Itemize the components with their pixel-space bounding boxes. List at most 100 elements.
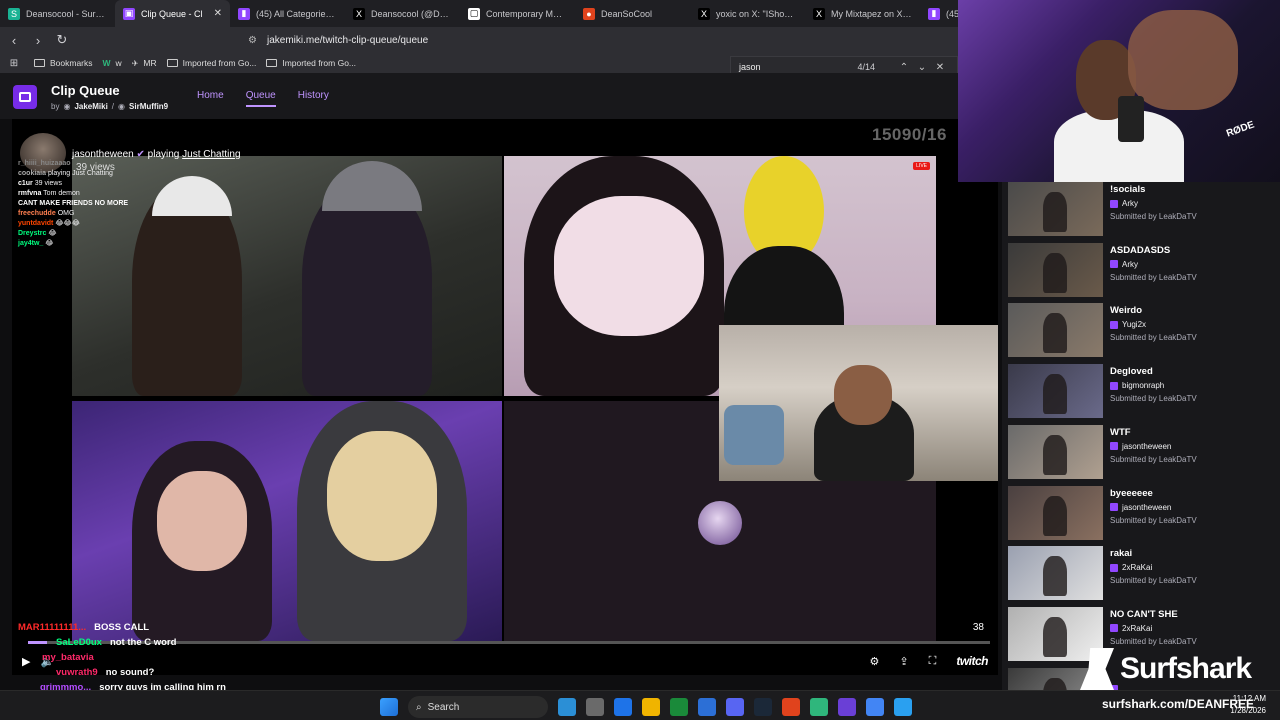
taskbar-app-icon[interactable] xyxy=(558,698,576,716)
tab-close-icon[interactable]: ✕ xyxy=(214,8,222,19)
browser-tab[interactable]: S Deansocool - Surfshark xyxy=(0,0,115,27)
tab-title: Deansocool - Surfshark xyxy=(26,8,107,19)
taskbar-search[interactable]: ⌕ Search xyxy=(408,696,548,718)
clip-queue-list: !socials Arky Submitted by LeakDaTV ASDA… xyxy=(1002,182,1280,690)
twitch-watermark[interactable]: twitch xyxy=(956,654,988,668)
find-prev-icon[interactable]: ⌃ xyxy=(895,62,913,73)
app-title: Clip Queue xyxy=(51,83,120,98)
overlay-chat-line: cookiaia playing Just Chatting xyxy=(18,169,128,179)
queue-clip-title: !socials xyxy=(1110,184,1146,195)
folder-icon xyxy=(166,59,178,67)
find-input[interactable]: jason xyxy=(739,62,761,72)
tab-favicon-icon: ▢ xyxy=(468,7,480,20)
windows-start-icon[interactable] xyxy=(380,698,398,716)
queue-clip-title: Weirdo xyxy=(1110,305,1143,317)
taskbar-app-icon[interactable] xyxy=(810,698,828,716)
queue-submitted-by: Submitted by LeakDaTV xyxy=(1110,212,1197,221)
tab-favicon-icon: ▣ xyxy=(123,7,135,20)
share-icon[interactable]: ⇪ xyxy=(899,655,908,668)
clip-player[interactable]: LIVE 15090/16 jasontheween ✔ playing Jus… xyxy=(12,119,998,675)
taskbar-app-icon[interactable] xyxy=(726,698,744,716)
bookmark-imported-1[interactable]: Imported from Go... xyxy=(166,58,256,68)
site-info-icon[interactable]: ⚙ xyxy=(248,35,257,46)
browser-tab[interactable]: X Deansocool (@Deanso xyxy=(345,0,460,27)
overlay-chat-line: CANT MAKE FRIENDS NO MORE xyxy=(18,199,128,209)
chat-username: freechudde xyxy=(18,210,56,217)
taskbar-app-icon[interactable] xyxy=(894,698,912,716)
find-count: 4/14 xyxy=(857,62,875,72)
taskbar-app-icon[interactable] xyxy=(754,698,772,716)
bookmark-imported-2[interactable]: Imported from Go... xyxy=(266,58,356,68)
browser-tab[interactable]: Xyoxic on X: "IShowSpe xyxy=(690,0,805,27)
taskbar-app-icon[interactable] xyxy=(614,698,632,716)
nav-queue[interactable]: Queue xyxy=(245,90,276,107)
clip-queue-logo-icon[interactable] xyxy=(13,85,37,109)
browser-tab[interactable]: ▢ Contemporary Mensw xyxy=(460,0,575,27)
author-link-jakemiki[interactable]: JakeMiki xyxy=(74,102,107,111)
find-close-icon[interactable]: ✕ xyxy=(931,62,949,73)
tab-title: My Mixtapez on X: "Be xyxy=(831,8,912,19)
forward-icon[interactable]: › xyxy=(28,30,48,50)
author-link-sirmuffin9[interactable]: SirMuffin9 xyxy=(129,102,168,111)
reload-icon[interactable]: ↻ xyxy=(52,30,72,50)
browser-tab[interactable]: ▮ (45) All Categories - Tw xyxy=(230,0,345,27)
queue-item[interactable]: WTF jasontheween Submitted by LeakDaTV xyxy=(1008,424,1278,482)
queue-item[interactable]: rakai 2xRaKai Submitted by LeakDaTV xyxy=(1008,546,1278,603)
chat-message: 39 views xyxy=(34,180,62,187)
video-panel-bottom-left xyxy=(72,401,502,641)
queue-clip-title: WTF xyxy=(1110,426,1131,438)
chat-message: not the C word xyxy=(109,637,177,648)
overlay-chat-line: my_batavia xyxy=(0,650,300,665)
taskbar-app-icon[interactable] xyxy=(698,698,716,716)
back-icon[interactable]: ‹ xyxy=(4,30,24,50)
fullscreen-icon[interactable]: ⛶ xyxy=(929,655,937,668)
queue-item[interactable]: Weirdo Yugi2x Submitted by LeakDaTV xyxy=(1008,303,1278,360)
chat-username: rmfvna xyxy=(18,190,42,197)
twitch-icon xyxy=(1110,320,1118,329)
taskbar-app-icon[interactable] xyxy=(782,698,800,716)
mic-brand-label: RØDE xyxy=(1224,119,1256,140)
tab-title: DeanSoCool xyxy=(601,8,653,19)
queue-clip-channel: jasontheween xyxy=(1110,442,1171,451)
bookmark-bookmarks[interactable]: Bookmarks xyxy=(34,58,93,68)
chat-message: 😂 xyxy=(48,230,57,237)
browser-tab[interactable]: X My Mixtapez on X: "Be xyxy=(805,0,920,27)
chat-message: BOSS CALL xyxy=(94,622,150,633)
tab-favicon-icon: X xyxy=(353,7,365,20)
taskbar-app-icon[interactable] xyxy=(670,698,688,716)
url-field[interactable]: ⚙ jakemiki.me/twitch-clip-queue/queue xyxy=(248,31,428,49)
clip-category-link[interactable]: Just Chatting xyxy=(182,149,240,160)
queue-submitted-by: Submitted by LeakDaTV xyxy=(1110,333,1197,343)
taskbar-app-icon[interactable] xyxy=(642,698,660,716)
taskbar-app-icon[interactable] xyxy=(586,698,604,716)
surfshark-logo: Surfshark xyxy=(1080,648,1252,690)
find-next-icon[interactable]: ⌄ xyxy=(913,62,931,73)
chat-username: yuntdavidt xyxy=(18,220,54,227)
bookmark-mr[interactable]: ✈ MR xyxy=(132,58,157,68)
windows-taskbar: ⌕ Search 11:12 AM 1/28/2026 xyxy=(0,690,1280,720)
overlay-chat-line: r_hiiii_huizaaao xyxy=(18,159,128,169)
queue-item[interactable]: !socials Arky Submitted by LeakDaTV xyxy=(1008,182,1278,239)
queue-clip-channel: 2xRaKai xyxy=(1110,563,1152,572)
chat-username: Dreystrc xyxy=(18,230,47,237)
queue-item[interactable]: byeeeeee jasontheween Submitted by LeakD… xyxy=(1008,485,1278,543)
queue-item[interactable]: ASDADASDS Arky Submitted by LeakDaTV xyxy=(1008,242,1278,300)
queue-item[interactable]: Degloved bigmonraph Submitted by LeakDaT… xyxy=(1008,364,1278,421)
video-panel-top-left xyxy=(72,156,502,396)
taskbar-app-icon[interactable] xyxy=(866,698,884,716)
overlay-chat-bottom: MAR11111111... BOSS CALL SaLeD0ux not the C… xyxy=(0,620,300,695)
browser-tab[interactable]: ▣ Clip Queue - Cl ✕ xyxy=(115,0,230,27)
nav-home[interactable]: Home xyxy=(197,90,224,107)
queue-clip-title: rakai xyxy=(1110,548,1133,560)
chat-username: MAR11111111... xyxy=(18,622,87,633)
nav-history[interactable]: History xyxy=(298,90,329,107)
bookmark-w[interactable]: Ww xyxy=(103,58,122,68)
apps-grid-icon[interactable]: ⊞ xyxy=(4,53,24,73)
taskbar-app-icon[interactable] xyxy=(838,698,856,716)
chat-username: c1ur xyxy=(18,180,33,187)
settings-icon[interactable]: ⚙ xyxy=(870,655,880,668)
tab-favicon-icon: S xyxy=(8,7,20,20)
browser-tab[interactable]: ● DeanSoCool xyxy=(575,0,690,27)
streamer-webcam: RØDE xyxy=(958,0,1280,182)
streamer-room-cam xyxy=(719,325,998,481)
